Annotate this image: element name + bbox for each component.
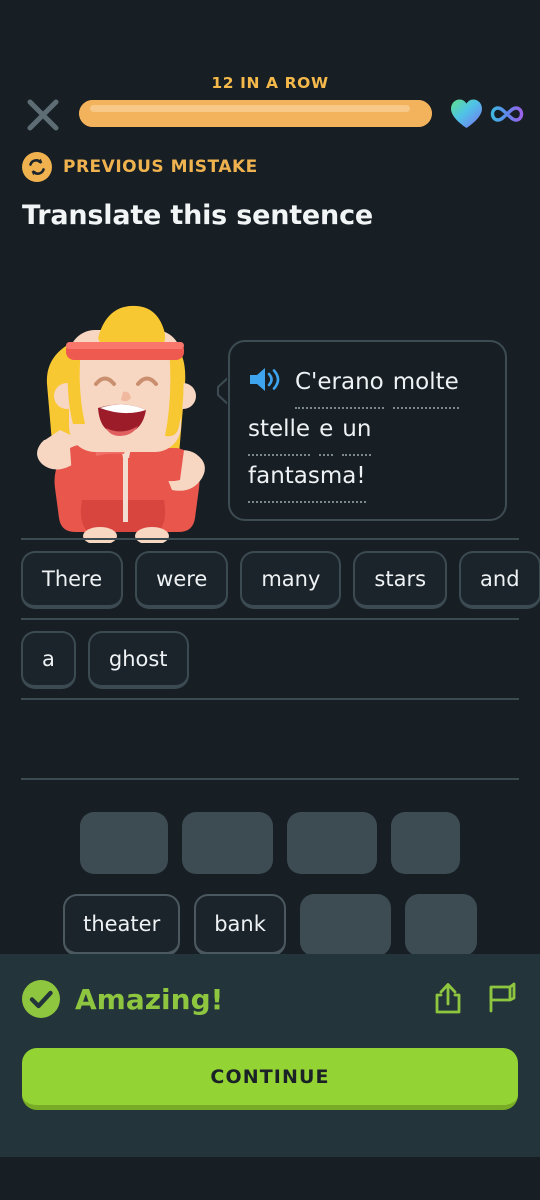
sentence-word[interactable]: C'erano xyxy=(295,362,384,409)
sentence-line-1: C'erano molte xyxy=(248,362,487,409)
answer-tile[interactable]: many xyxy=(240,551,342,609)
result-message: Amazing! xyxy=(75,982,224,1016)
progress-gloss xyxy=(90,105,410,112)
word-bank-used-slot xyxy=(299,894,391,956)
answer-tile[interactable]: stars xyxy=(353,551,448,609)
result-status: Amazing! xyxy=(22,980,223,1018)
word-bank-tile[interactable]: bank xyxy=(194,894,286,956)
eddy-character xyxy=(22,300,232,545)
answer-rule xyxy=(21,698,519,700)
sentence-line-2: stelle e un fantasma! xyxy=(248,409,487,503)
result-actions xyxy=(432,981,518,1015)
answer-tile[interactable]: ghost xyxy=(87,631,189,689)
home-indicator-bar xyxy=(0,1157,540,1200)
answer-tile[interactable]: and xyxy=(459,551,540,609)
heart-icon[interactable] xyxy=(450,98,483,129)
previous-mistake-banner: PREVIOUS MISTAKE xyxy=(22,152,258,182)
word-bank-used-slot xyxy=(404,894,477,956)
infinity-icon[interactable] xyxy=(489,104,525,124)
sentence-word[interactable]: stelle xyxy=(248,409,311,456)
speech-bubble[interactable]: C'erano molte stelle e un fantasma! xyxy=(228,340,507,521)
previous-mistake-label: PREVIOUS MISTAKE xyxy=(63,157,258,177)
sentence-word[interactable]: e xyxy=(319,409,334,456)
answer-rule xyxy=(21,618,519,620)
word-bank-tile[interactable]: theater xyxy=(63,894,181,956)
duolingo-lesson-screen: 12 IN A ROW PREVIOUS MISTAKE Translate t… xyxy=(0,0,540,1200)
flag-icon[interactable] xyxy=(486,981,518,1015)
word-bank-used-slot xyxy=(391,812,460,874)
word-bank-row: theater bank xyxy=(0,894,540,956)
answer-row: There were many stars and xyxy=(21,551,540,609)
sentence-word[interactable]: un xyxy=(342,409,372,456)
speaker-icon[interactable] xyxy=(248,366,282,393)
answer-tile[interactable]: were xyxy=(135,551,229,609)
streak-label: 12 IN A ROW xyxy=(211,74,329,92)
word-bank-row xyxy=(0,812,540,874)
lesson-header: 12 IN A ROW xyxy=(0,46,540,136)
word-bank-used-slot xyxy=(80,812,168,874)
answer-rule xyxy=(21,538,519,540)
answer-row: a ghost xyxy=(21,631,189,689)
status-bar xyxy=(0,0,540,46)
sentence-word[interactable]: molte xyxy=(392,362,459,409)
answer-rule xyxy=(21,778,519,780)
check-circle-icon xyxy=(22,980,60,1018)
word-bank-used-slot xyxy=(182,812,273,874)
share-icon[interactable] xyxy=(432,981,464,1015)
close-icon[interactable] xyxy=(22,94,64,136)
page-title: Translate this sentence xyxy=(22,200,373,231)
answer-tile[interactable]: There xyxy=(21,551,124,609)
continue-button[interactable]: CONTINUE xyxy=(22,1048,518,1110)
repeat-arrows-icon xyxy=(22,152,52,182)
sentence-word[interactable]: fantasma! xyxy=(248,456,366,503)
result-sheet: Amazing! CONTINUE xyxy=(0,954,540,1157)
answer-tile[interactable]: a xyxy=(21,631,76,689)
word-bank-used-slot xyxy=(287,812,377,874)
lesson-progress-bar xyxy=(79,100,432,127)
